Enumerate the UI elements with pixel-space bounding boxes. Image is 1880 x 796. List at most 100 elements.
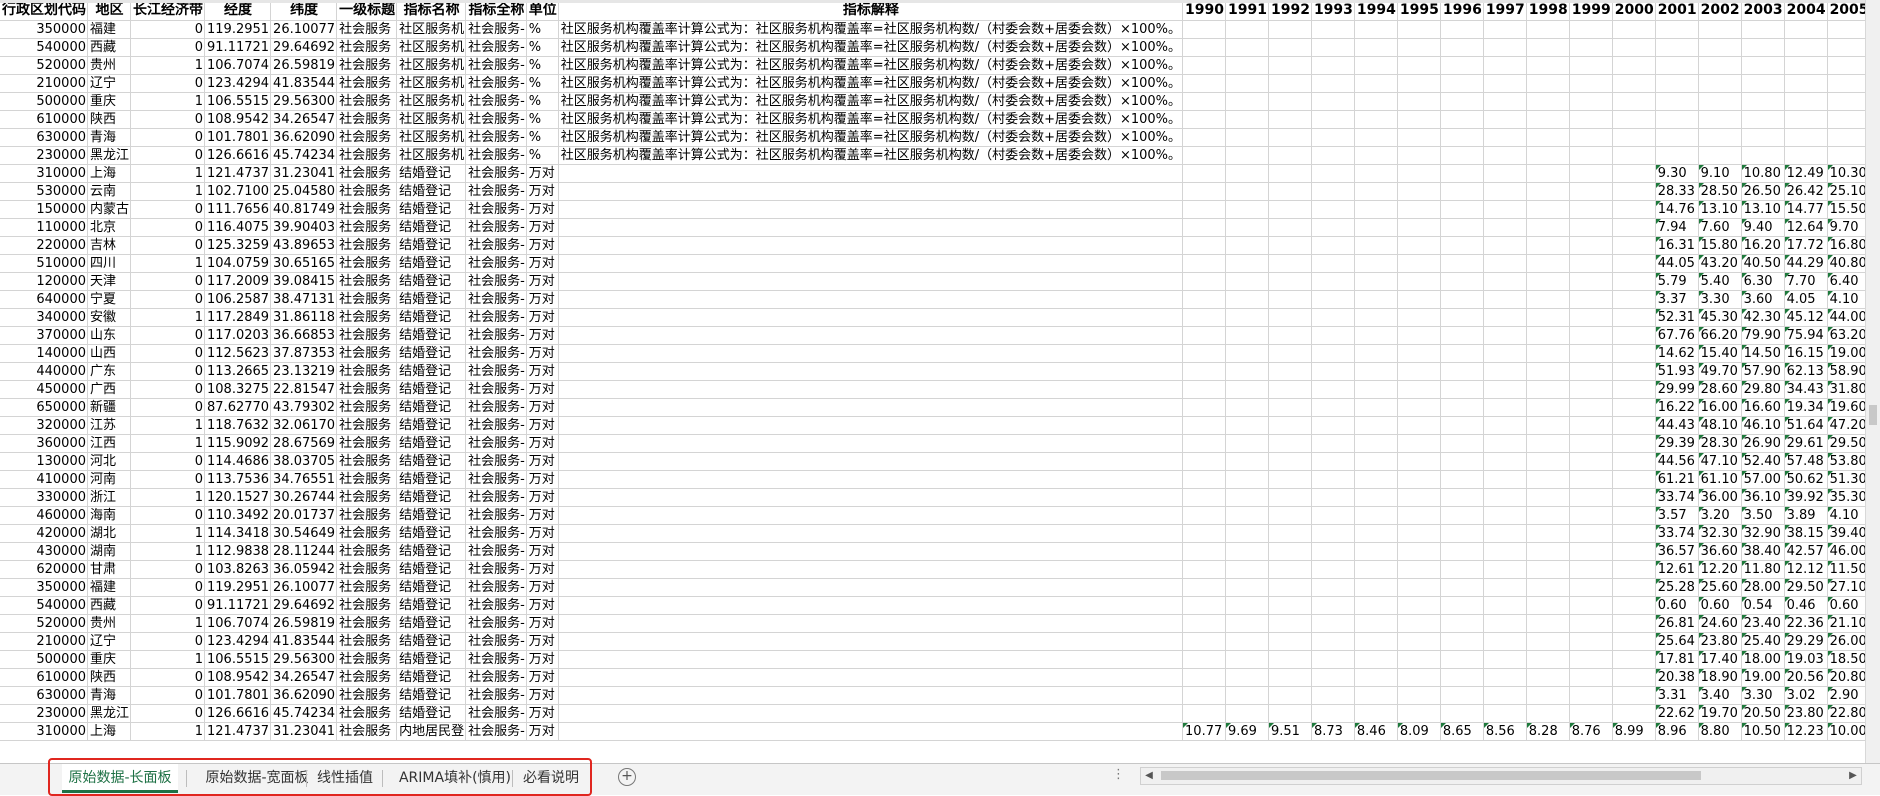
table-cell[interactable]: 630000 — [0, 686, 88, 705]
table-cell[interactable]: 万对 — [526, 632, 559, 651]
table-cell[interactable]: 万对 — [526, 434, 559, 453]
table-cell[interactable]: 四川 — [87, 254, 132, 273]
table-cell[interactable]: 结婚登记 — [396, 326, 467, 345]
table-cell[interactable] — [1655, 56, 1699, 75]
table-cell[interactable] — [1354, 92, 1398, 111]
table-cell[interactable]: 42.57 — [1784, 542, 1828, 561]
column-header[interactable]: 行政区划代码 — [0, 0, 88, 21]
table-cell[interactable]: 25.60 — [1698, 578, 1742, 597]
table-cell[interactable]: 社会服务 — [336, 128, 398, 147]
table-cell[interactable]: 115.9092 — [204, 434, 272, 453]
table-cell[interactable]: 社会服务- — [465, 38, 527, 57]
table-cell[interactable]: 结婚登记 — [396, 542, 467, 561]
table-cell[interactable]: 3.40 — [1698, 686, 1742, 705]
table-cell[interactable]: 北京 — [87, 218, 132, 237]
table-cell[interactable]: 1 — [130, 650, 206, 669]
table-cell[interactable] — [1440, 452, 1484, 471]
table-cell[interactable]: 浙江 — [87, 488, 132, 507]
table-cell[interactable] — [1483, 74, 1527, 93]
table-cell[interactable] — [1741, 146, 1785, 165]
table-cell[interactable] — [558, 614, 1184, 633]
table-cell[interactable]: 31.23041 — [270, 164, 338, 183]
table-cell[interactable]: 43.79302 — [270, 398, 338, 417]
table-cell[interactable]: 310000 — [0, 722, 88, 741]
table-cell[interactable] — [1526, 614, 1570, 633]
table-cell[interactable]: 102.7100 — [204, 182, 272, 201]
table-cell[interactable] — [1569, 56, 1613, 75]
table-cell[interactable]: 1 — [130, 164, 206, 183]
table-cell[interactable]: 38.15 — [1784, 524, 1828, 543]
table-cell[interactable] — [1440, 74, 1484, 93]
table-cell[interactable] — [1569, 20, 1613, 39]
table-cell[interactable] — [1397, 416, 1441, 435]
table-cell[interactable]: 社区服务机 — [396, 146, 467, 165]
table-cell[interactable] — [1440, 218, 1484, 237]
table-cell[interactable]: 1 — [130, 92, 206, 111]
table-cell[interactable]: 46.00 — [1827, 542, 1866, 561]
table-cell[interactable]: 万对 — [526, 416, 559, 435]
table-cell[interactable] — [1483, 146, 1527, 165]
table-cell[interactable] — [1354, 254, 1398, 273]
table-cell[interactable] — [1225, 398, 1269, 417]
table-cell[interactable] — [1268, 164, 1312, 183]
table-cell[interactable]: 0 — [130, 668, 206, 687]
table-cell[interactable] — [1827, 56, 1866, 75]
table-cell[interactable]: 8.56 — [1483, 722, 1527, 741]
table-cell[interactable] — [1311, 686, 1355, 705]
table-cell[interactable] — [1182, 632, 1226, 651]
table-cell[interactable] — [1225, 182, 1269, 201]
table-cell[interactable] — [1182, 308, 1226, 327]
table-cell[interactable] — [1569, 272, 1613, 291]
table-cell[interactable] — [1354, 578, 1398, 597]
table-cell[interactable]: 结婚登记 — [396, 434, 467, 453]
table-cell[interactable]: 45.12 — [1784, 308, 1828, 327]
table-cell[interactable] — [1311, 614, 1355, 633]
table-cell[interactable] — [1440, 200, 1484, 219]
table-cell[interactable]: 19.00 — [1741, 668, 1785, 687]
table-cell[interactable] — [1526, 506, 1570, 525]
table-cell[interactable]: 社会服务- — [465, 524, 527, 543]
more-options-icon[interactable]: ⋮ — [1112, 767, 1125, 782]
table-cell[interactable]: 社会服务- — [465, 416, 527, 435]
table-cell[interactable] — [1483, 542, 1527, 561]
table-cell[interactable] — [558, 416, 1184, 435]
table-cell[interactable]: 121.4737 — [204, 164, 272, 183]
table-cell[interactable]: 410000 — [0, 470, 88, 489]
table-cell[interactable]: 0 — [130, 326, 206, 345]
table-cell[interactable] — [1397, 452, 1441, 471]
table-cell[interactable]: 8.73 — [1311, 722, 1355, 741]
table-cell[interactable] — [1311, 560, 1355, 579]
table-cell[interactable]: 39.08415 — [270, 272, 338, 291]
table-cell[interactable] — [1483, 596, 1527, 615]
table-cell[interactable] — [1612, 20, 1656, 39]
table-cell[interactable] — [1225, 290, 1269, 309]
table-cell[interactable]: 28.67569 — [270, 434, 338, 453]
table-cell[interactable]: 3.50 — [1741, 506, 1785, 525]
table-cell[interactable]: 万对 — [526, 596, 559, 615]
table-cell[interactable]: 吉林 — [87, 236, 132, 255]
table-cell[interactable] — [1655, 128, 1699, 147]
table-cell[interactable] — [1612, 218, 1656, 237]
table-cell[interactable] — [1354, 398, 1398, 417]
table-cell[interactable] — [1354, 704, 1398, 723]
table-cell[interactable]: 甘肃 — [87, 560, 132, 579]
table-cell[interactable] — [558, 164, 1184, 183]
table-cell[interactable] — [1483, 488, 1527, 507]
table-cell[interactable]: 社会服务 — [336, 470, 398, 489]
table-cell[interactable]: 610000 — [0, 668, 88, 687]
table-cell[interactable]: 210000 — [0, 74, 88, 93]
table-cell[interactable] — [1182, 434, 1226, 453]
table-cell[interactable]: 结婚登记 — [396, 272, 467, 291]
table-cell[interactable]: 38.47131 — [270, 290, 338, 309]
table-cell[interactable]: 万对 — [526, 182, 559, 201]
table-cell[interactable] — [1569, 416, 1613, 435]
table-cell[interactable] — [1741, 128, 1785, 147]
table-cell[interactable]: 12.61 — [1655, 560, 1699, 579]
table-cell[interactable]: 社区服务机 — [396, 56, 467, 75]
table-cell[interactable]: 87.62770 — [204, 398, 272, 417]
table-cell[interactable] — [1612, 362, 1656, 381]
table-cell[interactable] — [1440, 578, 1484, 597]
column-header[interactable]: 1997 — [1483, 0, 1527, 21]
table-cell[interactable] — [1569, 506, 1613, 525]
table-cell[interactable]: 14.77 — [1784, 200, 1828, 219]
